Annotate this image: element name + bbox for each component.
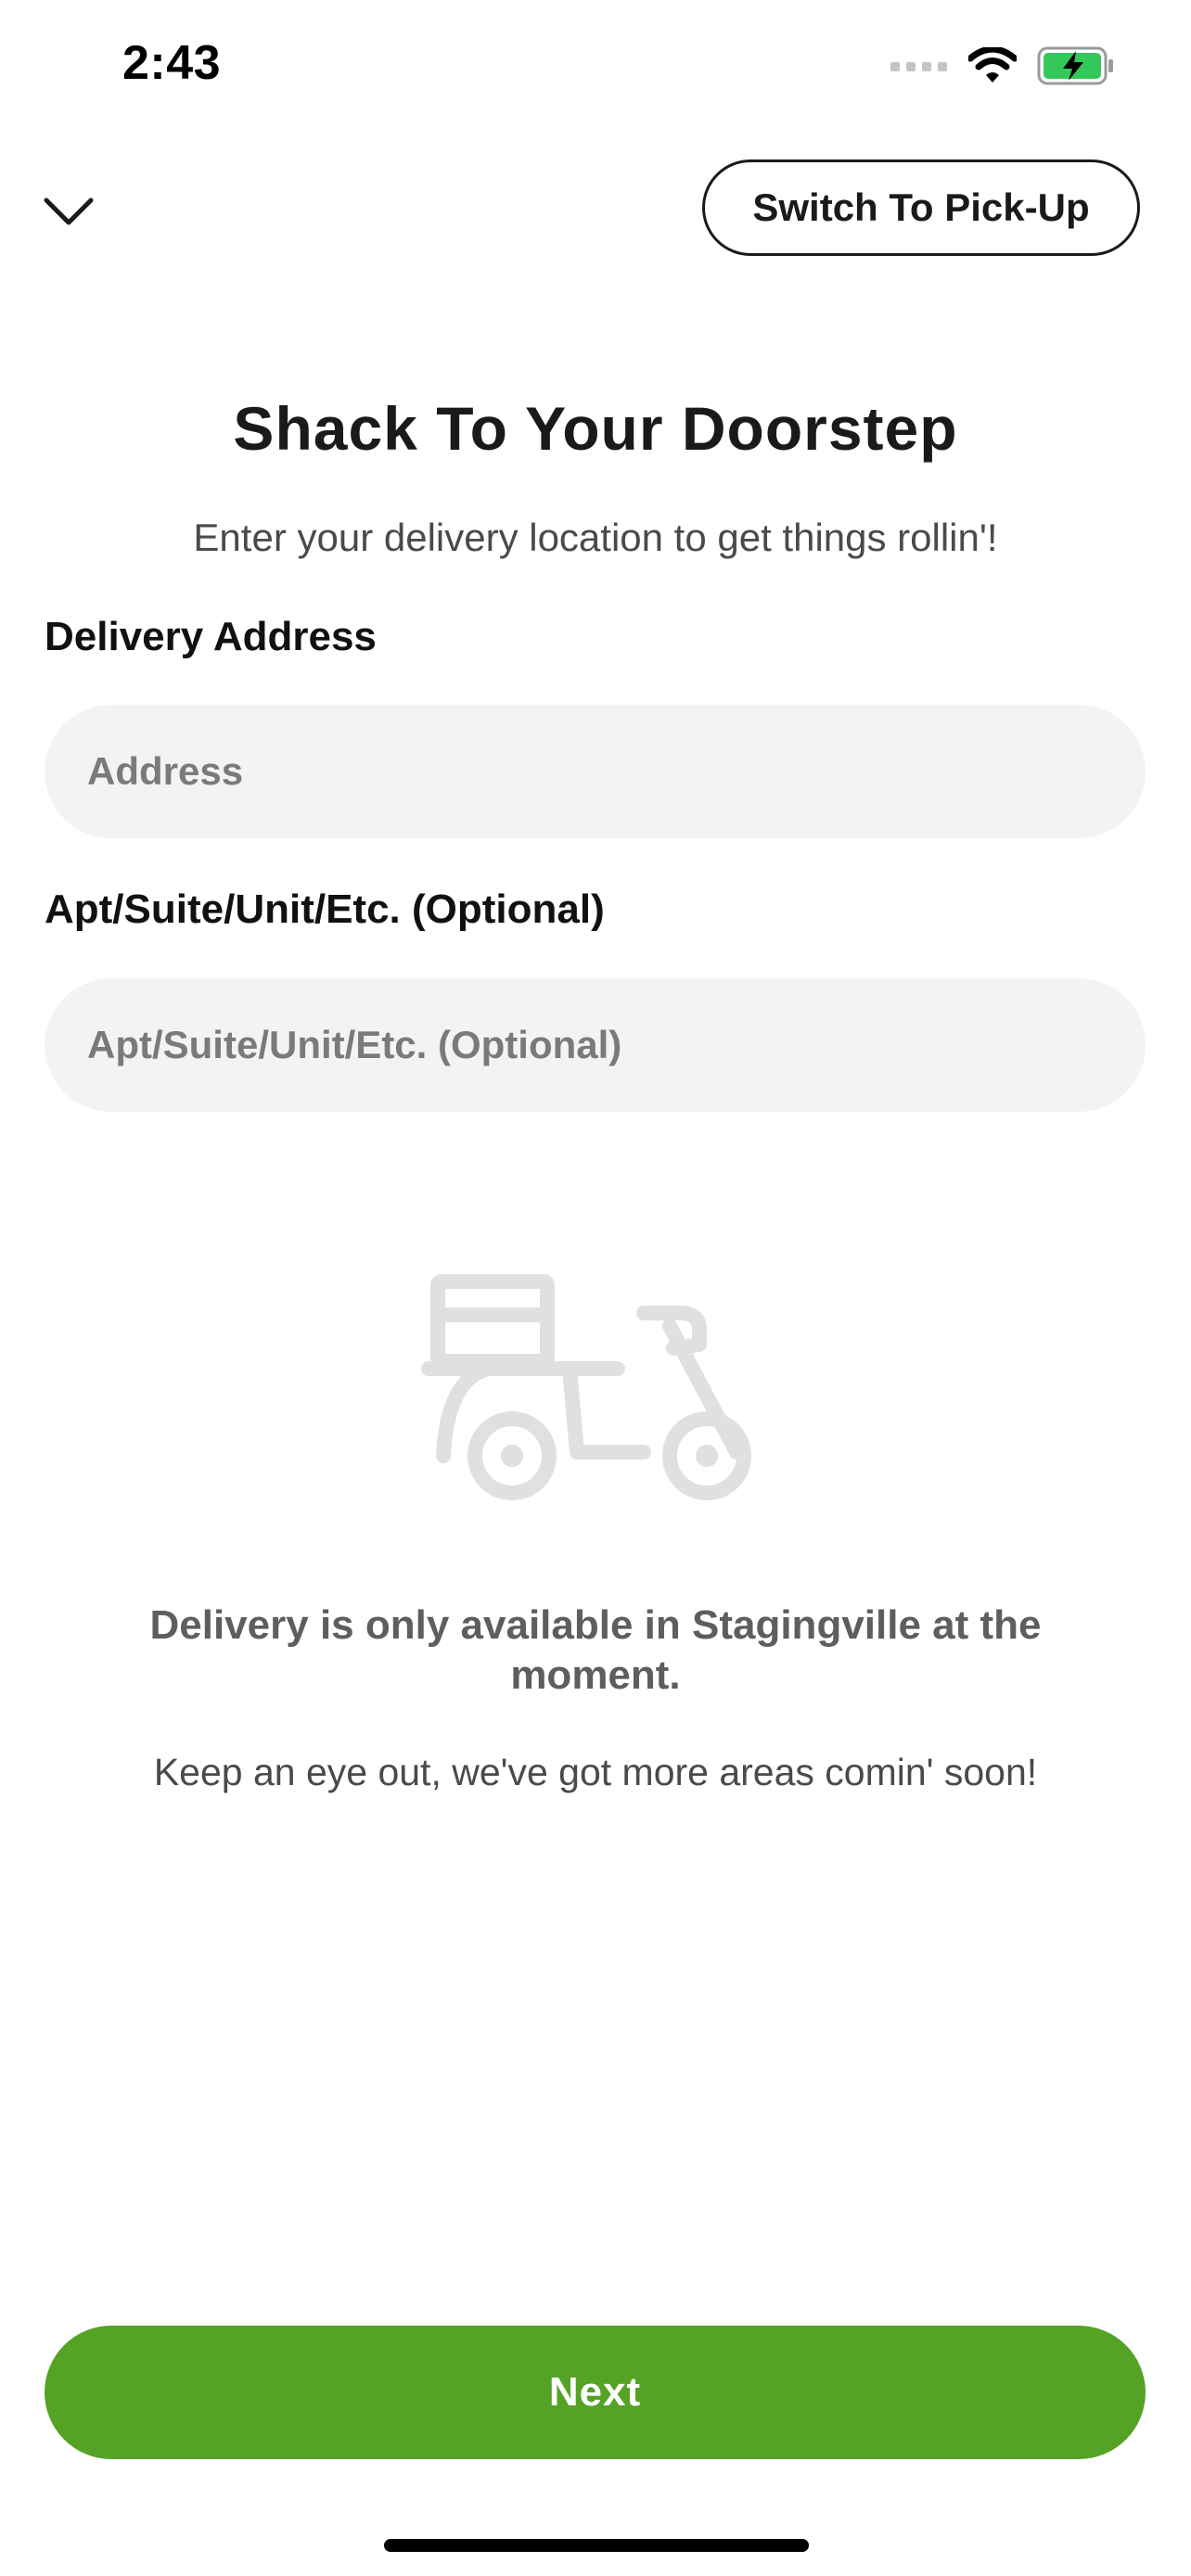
apt-suite-label: Apt/Suite/Unit/Etc. (Optional) <box>45 886 605 932</box>
signal-icon <box>890 58 948 78</box>
wifi-icon <box>967 45 1018 89</box>
status-bar: 2:43 <box>0 0 1191 130</box>
delivery-coming-soon-text: Keep an eye out, we've got more areas co… <box>153 1751 1038 1793</box>
delivery-address-label: Delivery Address <box>45 614 377 659</box>
status-icons <box>890 45 1115 90</box>
status-time: 2:43 <box>122 36 222 90</box>
delivery-availability-notice: Delivery is only available in Stagingvil… <box>149 1602 1042 1698</box>
delivery-scooter-icon <box>421 1270 770 1508</box>
chevron-down-icon[interactable] <box>43 189 95 234</box>
address-input[interactable] <box>45 705 1146 838</box>
next-button[interactable]: Next <box>45 2326 1146 2459</box>
switch-to-pickup-label: Switch To Pick-Up <box>752 185 1090 229</box>
page-subtitle: Enter your delivery location to get thin… <box>193 516 998 559</box>
home-indicator[interactable] <box>384 2539 809 2552</box>
battery-charging-icon <box>1037 46 1115 90</box>
apt-suite-input[interactable] <box>45 978 1146 1112</box>
switch-to-pickup-button[interactable]: Switch To Pick-Up <box>702 159 1140 256</box>
page-title: Shack To Your Doorstep <box>233 394 958 463</box>
next-button-label: Next <box>548 2369 642 2415</box>
